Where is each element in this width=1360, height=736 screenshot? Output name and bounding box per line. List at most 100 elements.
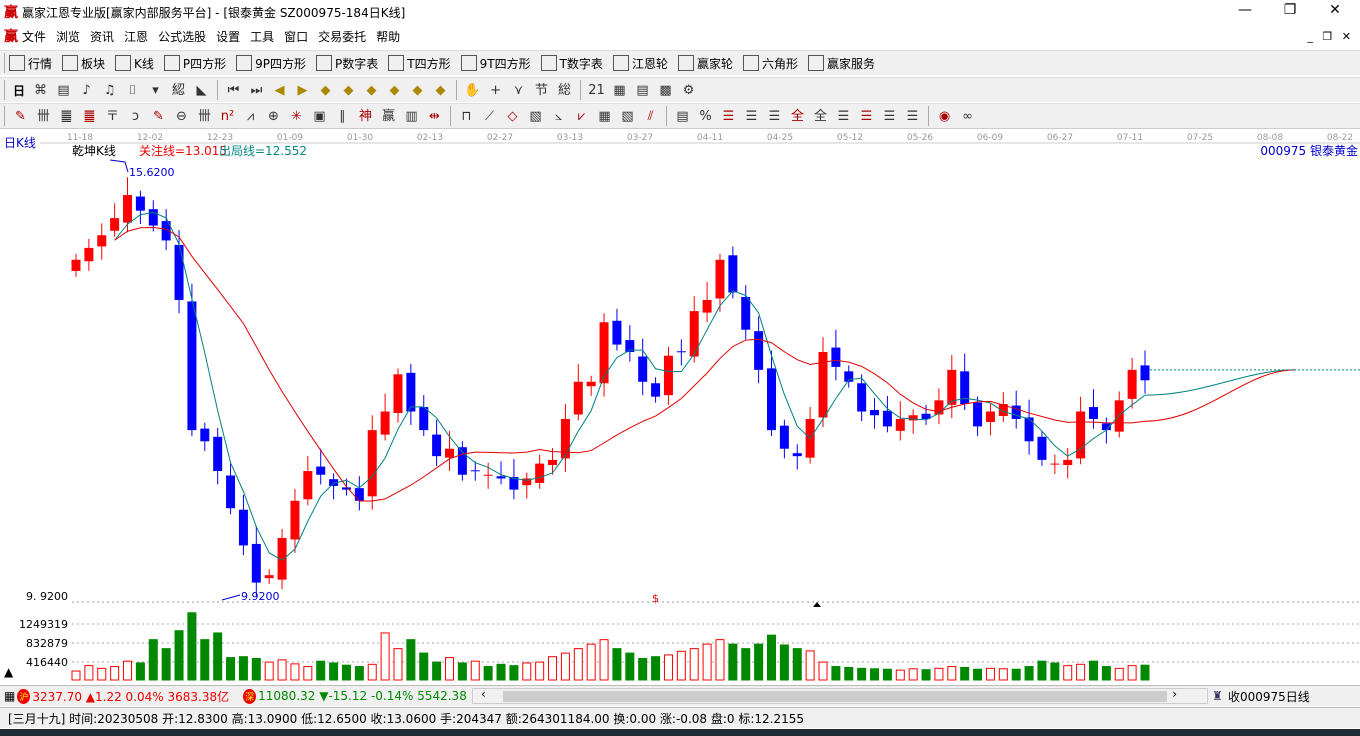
tool-icon-10[interactable]: ◀: [271, 82, 288, 99]
candle[interactable]: [457, 447, 467, 475]
candle[interactable]: [715, 259, 725, 299]
candle[interactable]: [792, 453, 802, 457]
candle[interactable]: [316, 466, 326, 475]
menu-item-7[interactable]: 窗口: [284, 28, 308, 45]
candle[interactable]: [1024, 417, 1034, 442]
menu-item-0[interactable]: 文件: [22, 28, 46, 45]
tool-icon-16[interactable]: ◆: [409, 82, 426, 99]
candle[interactable]: [406, 372, 416, 412]
candle[interactable]: [148, 209, 158, 226]
collapse-arrow-icon[interactable]: ▲: [4, 665, 14, 679]
draw-tool-icon-29[interactable]: %: [697, 108, 714, 125]
candle[interactable]: [303, 471, 313, 500]
candle[interactable]: [612, 320, 622, 345]
candle[interactable]: [135, 196, 145, 211]
menu-item-4[interactable]: 公式选股: [158, 28, 206, 45]
toolbar-button-10[interactable]: 赢家轮: [677, 55, 733, 72]
candle[interactable]: [934, 400, 944, 415]
candle[interactable]: [393, 374, 403, 414]
draw-tool-icon-6[interactable]: ✎: [150, 108, 167, 125]
toolbar-button-7[interactable]: 9T四方形: [460, 55, 531, 72]
sh-index[interactable]: 3237.70 ▲1.22 0.04% 3683.38亿: [32, 688, 229, 705]
draw-tool-icon-28[interactable]: ▤: [674, 108, 691, 125]
tool-icon-3[interactable]: ♫: [101, 82, 118, 99]
candle[interactable]: [1076, 411, 1086, 459]
tool-icon-17[interactable]: ◆: [432, 82, 449, 99]
draw-tool-icon-5[interactable]: ↄ: [127, 108, 144, 125]
candle[interactable]: [1127, 369, 1137, 399]
candle[interactable]: [1063, 459, 1073, 466]
scroll-thumb[interactable]: [503, 691, 1167, 702]
candle[interactable]: [676, 351, 686, 353]
tool-icon-11[interactable]: ▶: [294, 82, 311, 99]
tool-icon-18[interactable]: ✋: [464, 82, 481, 99]
candle[interactable]: [445, 448, 455, 458]
tool-icon-22[interactable]: 総: [556, 82, 573, 99]
draw-tool-icon-21[interactable]: ◇: [504, 108, 521, 125]
candle[interactable]: [367, 430, 377, 497]
maximize-button[interactable]: ❐: [1275, 2, 1305, 18]
candle[interactable]: [831, 347, 841, 367]
candle[interactable]: [857, 383, 867, 412]
candle[interactable]: [895, 418, 905, 431]
chart-canvas[interactable]: 日K线乾坤K线 关注线=13.015出局线=12.552 000975 银泰黄金 11…: [0, 130, 1360, 683]
quote-icon[interactable]: ▦: [4, 689, 15, 703]
tool-icon-4[interactable]: ⌷: [124, 82, 141, 99]
candle[interactable]: [638, 356, 648, 382]
candle[interactable]: [766, 368, 776, 431]
draw-tool-icon-33[interactable]: 全: [789, 108, 806, 125]
candle[interactable]: [213, 436, 223, 472]
menu-item-8[interactable]: 交易委托: [318, 28, 366, 45]
tool-icon-20[interactable]: ⋎: [510, 82, 527, 99]
draw-tool-icon-1[interactable]: 卌: [35, 108, 52, 125]
draw-tool-icon-0[interactable]: ✎: [12, 108, 29, 125]
draw-tool-icon-3[interactable]: ䷀: [81, 108, 98, 125]
candle[interactable]: [380, 411, 390, 435]
candle[interactable]: [1088, 407, 1098, 419]
mdi-controls[interactable]: _ ❐ ✕: [1307, 30, 1354, 43]
tool-icon-25[interactable]: ▤: [634, 82, 651, 99]
tool-icon-15[interactable]: ◆: [386, 82, 403, 99]
candle[interactable]: [870, 410, 880, 416]
toolbar-button-8[interactable]: T数字表: [540, 55, 603, 72]
menu-item-6[interactable]: 工具: [250, 28, 274, 45]
candle[interactable]: [238, 509, 248, 546]
tool-icon-13[interactable]: ◆: [340, 82, 357, 99]
toolbar-button-0[interactable]: 行情: [9, 55, 52, 72]
draw-tool-icon-15[interactable]: 神: [357, 108, 374, 125]
draw-tool-icon-31[interactable]: ☰: [743, 108, 760, 125]
candle[interactable]: [432, 434, 442, 457]
tool-icon-12[interactable]: ◆: [317, 82, 334, 99]
tool-icon-24[interactable]: ▦: [611, 82, 628, 99]
candle[interactable]: [985, 411, 995, 422]
draw-tool-icon-17[interactable]: ▥: [403, 108, 420, 125]
scroll-left-button[interactable]: ‹: [481, 687, 486, 701]
tool-icon-0[interactable]: ⌘: [32, 82, 49, 99]
candle[interactable]: [123, 195, 133, 223]
menu-item-1[interactable]: 浏览: [56, 28, 80, 45]
candle[interactable]: [251, 543, 261, 583]
candle[interactable]: [702, 299, 712, 313]
candle[interactable]: [496, 476, 506, 479]
chart-mode-label[interactable]: 收000975日线: [1228, 688, 1310, 705]
tool-icon-8[interactable]: ⏮: [225, 82, 242, 99]
candle[interactable]: [754, 331, 764, 370]
candle[interactable]: [264, 575, 274, 579]
candle[interactable]: [599, 322, 609, 384]
tool-icon-19[interactable]: +: [487, 82, 504, 99]
tool-icon-1[interactable]: ▤: [55, 82, 72, 99]
menu-item-9[interactable]: 帮助: [376, 28, 400, 45]
candle[interactable]: [290, 500, 300, 540]
tool-icon-23[interactable]: 21: [588, 82, 605, 99]
toolbar-button-5[interactable]: P数字表: [316, 55, 378, 72]
candle[interactable]: [341, 487, 351, 490]
toolbar-button-1[interactable]: 板块: [62, 55, 105, 72]
draw-tool-icon-8[interactable]: 卌: [196, 108, 213, 125]
candle[interactable]: [586, 381, 596, 387]
draw-tool-icon-32[interactable]: ☰: [766, 108, 783, 125]
tool-icon-21[interactable]: 节: [533, 82, 550, 99]
draw-tool-icon-30[interactable]: ☰: [720, 108, 737, 125]
toolbar-button-3[interactable]: P四方形: [163, 55, 226, 72]
draw-tool-icon-40[interactable]: ∞: [959, 108, 976, 125]
candle[interactable]: [483, 474, 493, 476]
